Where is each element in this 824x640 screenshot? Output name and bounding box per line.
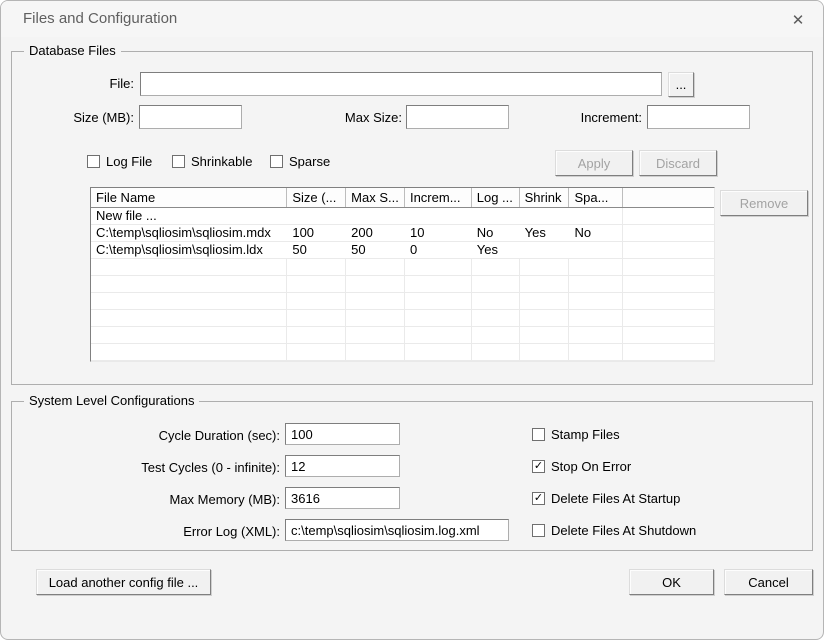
header-cell-file-name[interactable]: File Name bbox=[91, 188, 287, 207]
table-cell-log[interactable]: Yes bbox=[472, 242, 520, 258]
file-label: File: bbox=[12, 76, 134, 91]
cycle-duration-label: Cycle Duration (sec): bbox=[12, 428, 280, 443]
delete-startup-checkbox-box: ✓ bbox=[532, 492, 545, 505]
header-cell-log[interactable]: Log ... bbox=[472, 188, 520, 207]
test-cycles-label: Test Cycles (0 - infinite): bbox=[12, 460, 280, 475]
table-cell-sparse[interactable]: No bbox=[569, 225, 623, 241]
empty-table-row bbox=[91, 259, 714, 276]
system-config-group: System Level Configurations Cycle Durati… bbox=[11, 401, 813, 551]
empty-table-row bbox=[91, 344, 714, 361]
check-icon: ✓ bbox=[534, 493, 543, 504]
files-table-header: File Name Size (... Max S... Increm... L… bbox=[91, 188, 714, 208]
table-cell-increment[interactable]: 0 bbox=[405, 242, 472, 258]
table-cell-sparse[interactable] bbox=[569, 242, 623, 258]
load-config-button[interactable]: Load another config file ... bbox=[36, 569, 211, 595]
max-size-label: Max Size: bbox=[302, 110, 402, 125]
close-button[interactable]: ✕ bbox=[785, 8, 811, 32]
header-cell-shrink[interactable]: Shrink bbox=[520, 188, 570, 207]
checkbox-delete-files-at-shutdown[interactable]: ✓ Delete Files At Shutdown bbox=[532, 523, 696, 538]
checkbox-delete-files-at-startup[interactable]: ✓ Delete Files At Startup bbox=[532, 491, 680, 506]
checkbox-log-file[interactable]: ✓ Log File bbox=[87, 154, 152, 169]
cancel-button[interactable]: Cancel bbox=[724, 569, 813, 595]
table-cell-max-size[interactable]: 50 bbox=[346, 242, 405, 258]
log-file-checkbox-label: Log File bbox=[106, 154, 152, 169]
sparse-checkbox-label: Sparse bbox=[289, 154, 330, 169]
delete-shutdown-checkbox-label: Delete Files At Shutdown bbox=[551, 523, 696, 538]
new-file-cell[interactable]: New file ... bbox=[91, 208, 623, 224]
empty-table-row bbox=[91, 293, 714, 310]
size-label: Size (MB): bbox=[12, 110, 134, 125]
delete-shutdown-checkbox-box: ✓ bbox=[532, 524, 545, 537]
table-cell-shrink[interactable] bbox=[520, 242, 570, 258]
size-input[interactable] bbox=[139, 105, 242, 129]
stop-on-error-checkbox-label: Stop On Error bbox=[551, 459, 631, 474]
checkbox-shrinkable[interactable]: ✓ Shrinkable bbox=[172, 154, 264, 169]
stamp-files-checkbox-label: Stamp Files bbox=[551, 427, 620, 442]
error-log-input[interactable] bbox=[285, 519, 509, 541]
database-files-group: Database Files File: ... Size (MB): Max … bbox=[11, 51, 813, 385]
empty-table-row bbox=[91, 327, 714, 344]
sparse-checkbox-box: ✓ bbox=[270, 155, 283, 168]
title-bar: Files and Configuration ✕ bbox=[1, 1, 823, 37]
header-cell-blank bbox=[623, 188, 714, 207]
remove-button[interactable]: Remove bbox=[720, 190, 808, 216]
table-row-ldx[interactable]: C:\temp\sqliosim\sqliosim.ldx 50 50 0 Ye… bbox=[91, 242, 714, 259]
stop-on-error-checkbox-box: ✓ bbox=[532, 460, 545, 473]
files-table: File Name Size (... Max S... Increm... L… bbox=[90, 187, 715, 362]
max-size-input[interactable] bbox=[406, 105, 509, 129]
table-cell-shrink[interactable]: Yes bbox=[520, 225, 570, 241]
shrinkable-checkbox-label: Shrinkable bbox=[191, 154, 264, 169]
table-row-new-file[interactable]: New file ... bbox=[91, 208, 714, 225]
window-title: Files and Configuration bbox=[23, 10, 177, 27]
table-cell-size[interactable]: 50 bbox=[287, 242, 346, 258]
cycle-duration-input[interactable] bbox=[285, 423, 400, 445]
files-and-configuration-dialog: Files and Configuration ✕ Database Files… bbox=[0, 0, 824, 640]
table-cell-file-name[interactable]: C:\temp\sqliosim\sqliosim.mdx bbox=[91, 225, 287, 241]
ok-button[interactable]: OK bbox=[629, 569, 714, 595]
shrinkable-checkbox-box: ✓ bbox=[172, 155, 185, 168]
max-memory-input[interactable] bbox=[285, 487, 400, 509]
empty-table-row bbox=[91, 276, 714, 293]
table-row-mdx[interactable]: C:\temp\sqliosim\sqliosim.mdx 100 200 10… bbox=[91, 225, 714, 242]
table-cell-increment[interactable]: 10 bbox=[405, 225, 472, 241]
checkbox-sparse[interactable]: ✓ Sparse bbox=[270, 154, 330, 169]
checkbox-stop-on-error[interactable]: ✓ Stop On Error bbox=[532, 459, 631, 474]
header-cell-increment[interactable]: Increm... bbox=[405, 188, 472, 207]
table-cell bbox=[623, 242, 714, 258]
checkbox-stamp-files[interactable]: ✓ Stamp Files bbox=[532, 427, 620, 442]
test-cycles-input[interactable] bbox=[285, 455, 400, 477]
increment-label: Increment: bbox=[542, 110, 642, 125]
browse-button[interactable]: ... bbox=[668, 72, 694, 97]
stamp-files-checkbox-box: ✓ bbox=[532, 428, 545, 441]
delete-startup-checkbox-label: Delete Files At Startup bbox=[551, 491, 680, 506]
empty-table-row bbox=[91, 310, 714, 327]
header-cell-max-size[interactable]: Max S... bbox=[346, 188, 405, 207]
database-files-group-label: Database Files bbox=[24, 43, 121, 58]
file-input[interactable] bbox=[140, 72, 662, 96]
check-icon: ✓ bbox=[534, 461, 543, 472]
log-file-checkbox-box: ✓ bbox=[87, 155, 100, 168]
header-cell-sparse[interactable]: Spa... bbox=[569, 188, 623, 207]
table-cell bbox=[623, 208, 714, 224]
header-cell-size[interactable]: Size (... bbox=[287, 188, 346, 207]
system-config-group-label: System Level Configurations bbox=[24, 393, 199, 408]
table-cell-size[interactable]: 100 bbox=[287, 225, 346, 241]
table-cell-log[interactable]: No bbox=[472, 225, 520, 241]
discard-button[interactable]: Discard bbox=[639, 150, 717, 176]
close-icon: ✕ bbox=[792, 13, 805, 28]
apply-button[interactable]: Apply bbox=[555, 150, 633, 176]
increment-input[interactable] bbox=[647, 105, 750, 129]
max-memory-label: Max Memory (MB): bbox=[12, 492, 280, 507]
error-log-label: Error Log (XML): bbox=[12, 524, 280, 539]
table-cell-max-size[interactable]: 200 bbox=[346, 225, 405, 241]
table-cell-file-name[interactable]: C:\temp\sqliosim\sqliosim.ldx bbox=[91, 242, 287, 258]
table-cell bbox=[623, 225, 714, 241]
